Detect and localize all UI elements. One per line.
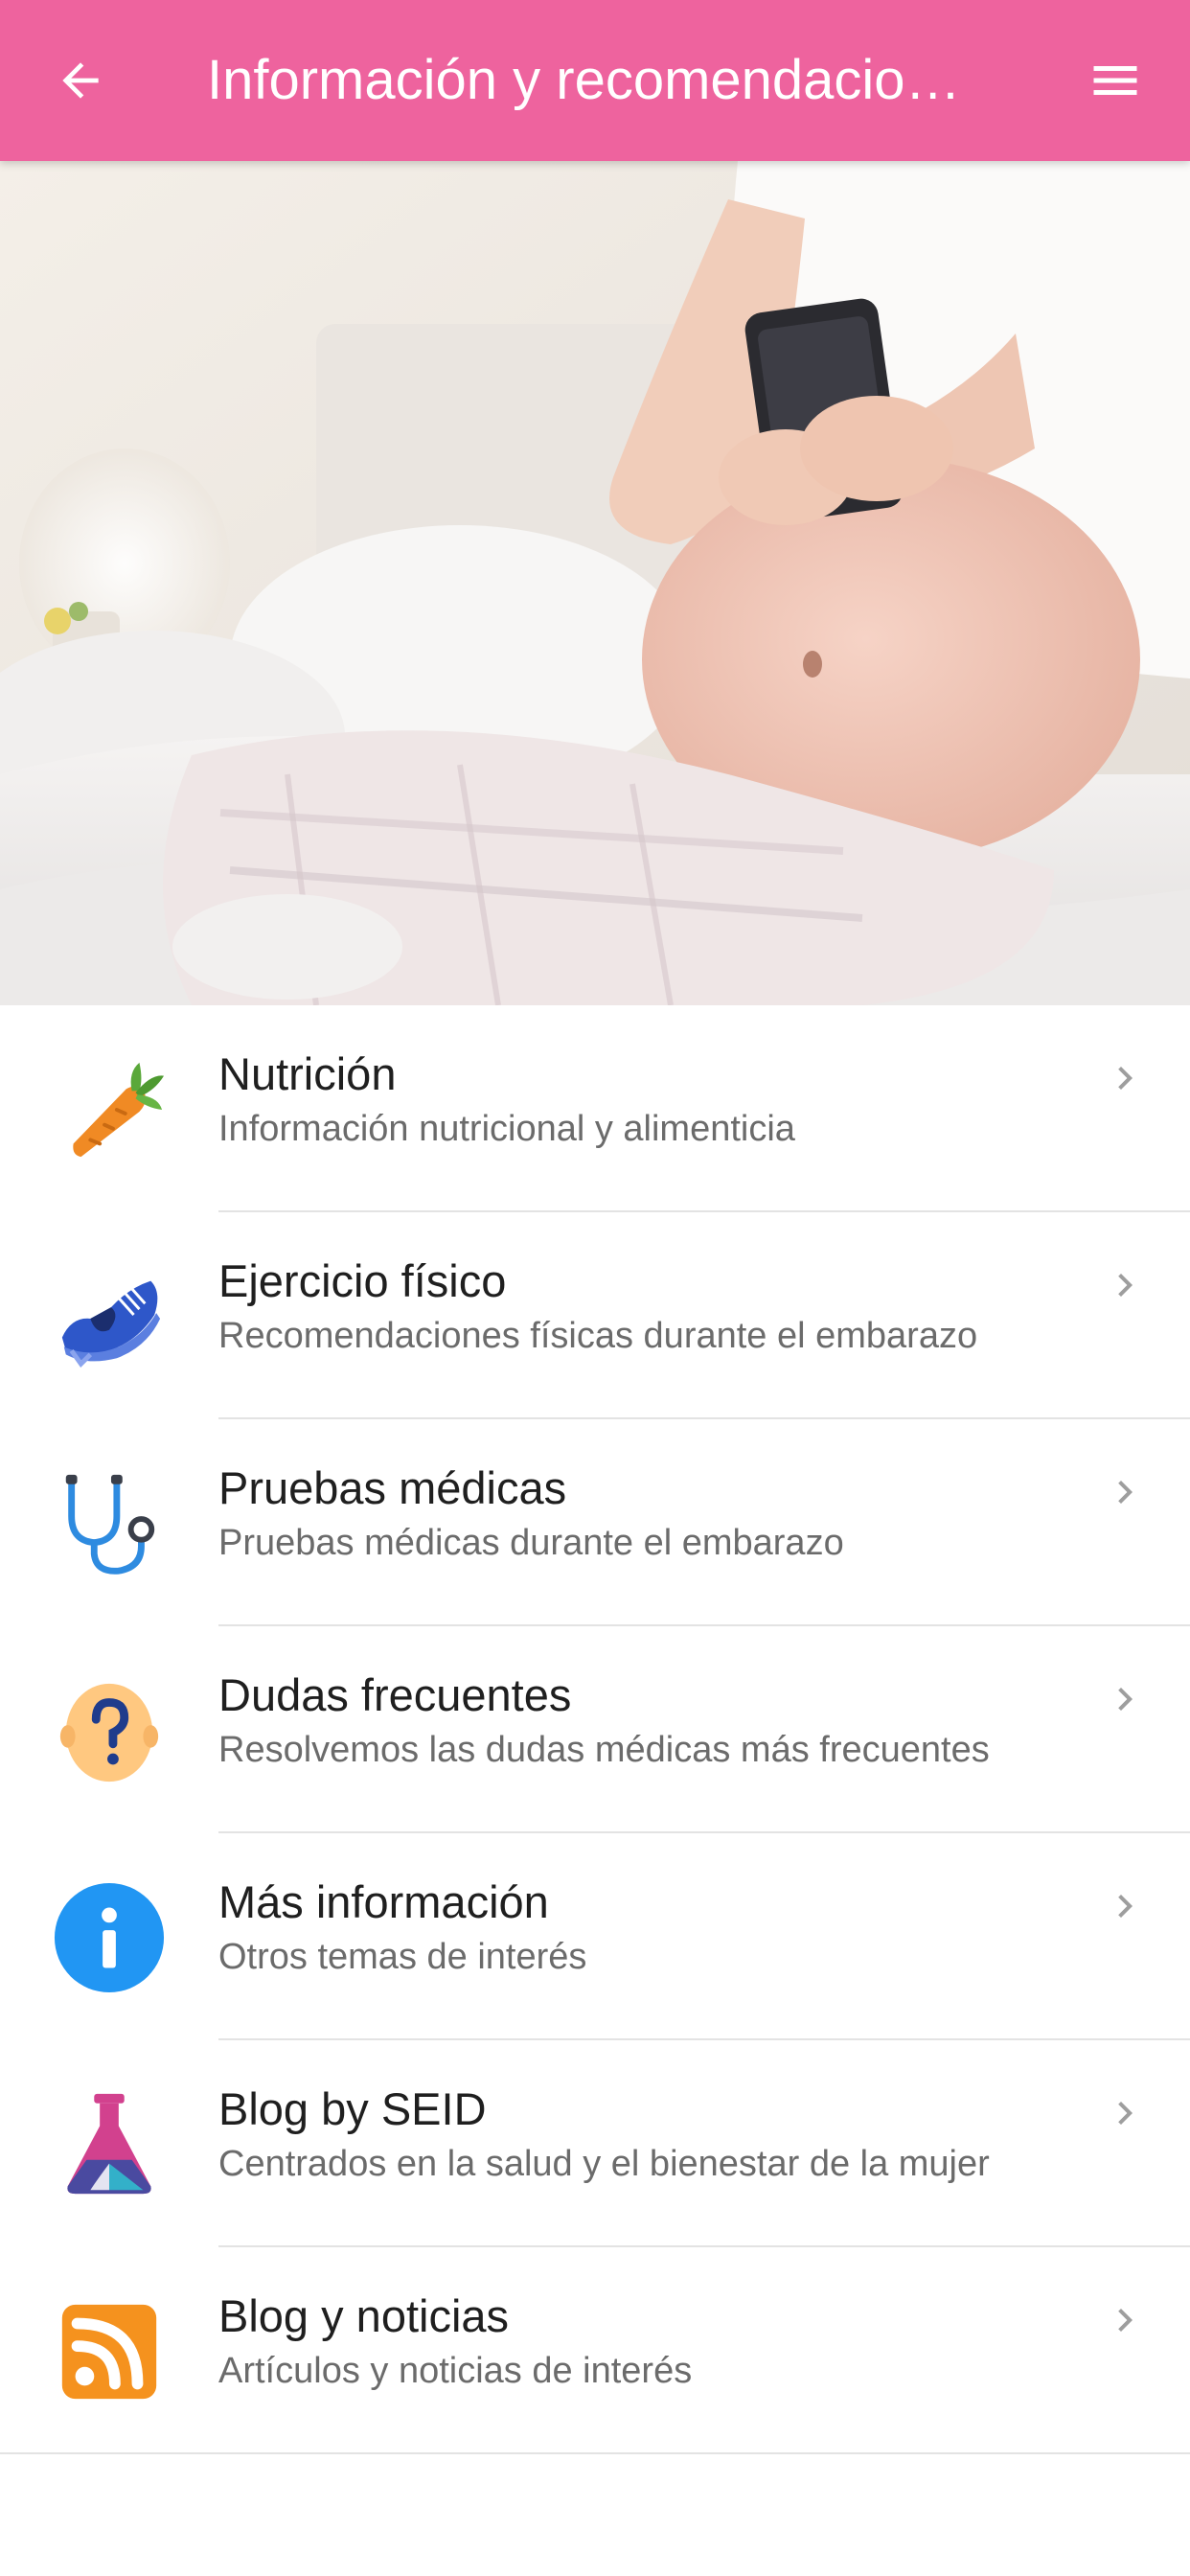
list-item-ejercicio[interactable]: Ejercicio físico Recomendaciones físicas… xyxy=(0,1212,1190,1419)
sneaker-icon xyxy=(53,1260,166,1373)
hero-image xyxy=(0,161,1190,1005)
hamburger-menu-icon xyxy=(1093,66,1137,95)
item-title: Pruebas médicas xyxy=(218,1462,567,1513)
seid-flask-icon xyxy=(53,2088,166,2201)
item-subtitle: Resolvemos las dudas médicas más frecuen… xyxy=(218,1730,990,1770)
list-item-blog-seid[interactable]: Blog by SEID Centrados en la salud y el … xyxy=(0,2040,1190,2247)
page-title: Información y recomendaciones xyxy=(207,49,973,111)
list-item-mas-informacion[interactable]: Más información Otros temas de interés xyxy=(0,1833,1190,2040)
list-item-pruebas[interactable]: Pruebas médicas Pruebas médicas durante … xyxy=(0,1419,1190,1626)
item-title: Blog y noticias xyxy=(218,2290,510,2341)
menu-list: Nutrición Información nutricional y alim… xyxy=(0,1005,1190,2454)
chevron-right-icon xyxy=(1118,1274,1133,1297)
item-title: Ejercicio físico xyxy=(218,1255,507,1306)
item-title: Dudas frecuentes xyxy=(218,1669,572,1720)
item-subtitle: Pruebas médicas durante el embarazo xyxy=(218,1523,844,1563)
chevron-right-icon xyxy=(1118,2309,1133,2332)
stethoscope-icon xyxy=(53,1467,166,1580)
hero-illustration xyxy=(0,161,1190,1005)
carrot-icon xyxy=(53,1053,166,1166)
menu-button[interactable] xyxy=(1069,38,1161,123)
back-button[interactable] xyxy=(38,38,123,123)
chevron-right-icon xyxy=(1118,2102,1133,2125)
chevron-right-icon xyxy=(1118,1688,1133,1711)
chevron-right-icon xyxy=(1118,1481,1133,1504)
app-bar: Información y recomendaciones xyxy=(0,0,1190,161)
item-title: Más información xyxy=(218,1876,549,1927)
chevron-right-icon xyxy=(1118,1895,1133,1918)
arrow-back-icon xyxy=(62,62,99,99)
list-item-nutricion[interactable]: Nutrición Información nutricional y alim… xyxy=(0,1005,1190,1212)
divider xyxy=(0,2452,1190,2454)
item-subtitle: Artículos y noticias de interés xyxy=(218,2351,693,2391)
question-head-icon xyxy=(53,1674,166,1787)
chevron-right-icon xyxy=(1118,1067,1133,1090)
item-title: Blog by SEID xyxy=(218,2083,487,2134)
item-subtitle: Recomendaciones físicas durante el embar… xyxy=(218,1316,978,1356)
list-item-blog-noticias[interactable]: Blog y noticias Artículos y noticias de … xyxy=(0,2247,1190,2454)
rss-feed-icon xyxy=(53,2295,166,2408)
item-subtitle: Información nutricional y alimenticia xyxy=(218,1109,795,1149)
info-icon xyxy=(53,1881,166,1994)
item-title: Nutrición xyxy=(218,1048,397,1099)
item-subtitle: Centrados en la salud y el bienestar de … xyxy=(218,2144,990,2184)
list-item-dudas[interactable]: Dudas frecuentes Resolvemos las dudas mé… xyxy=(0,1626,1190,1833)
item-subtitle: Otros temas de interés xyxy=(218,1937,587,1977)
